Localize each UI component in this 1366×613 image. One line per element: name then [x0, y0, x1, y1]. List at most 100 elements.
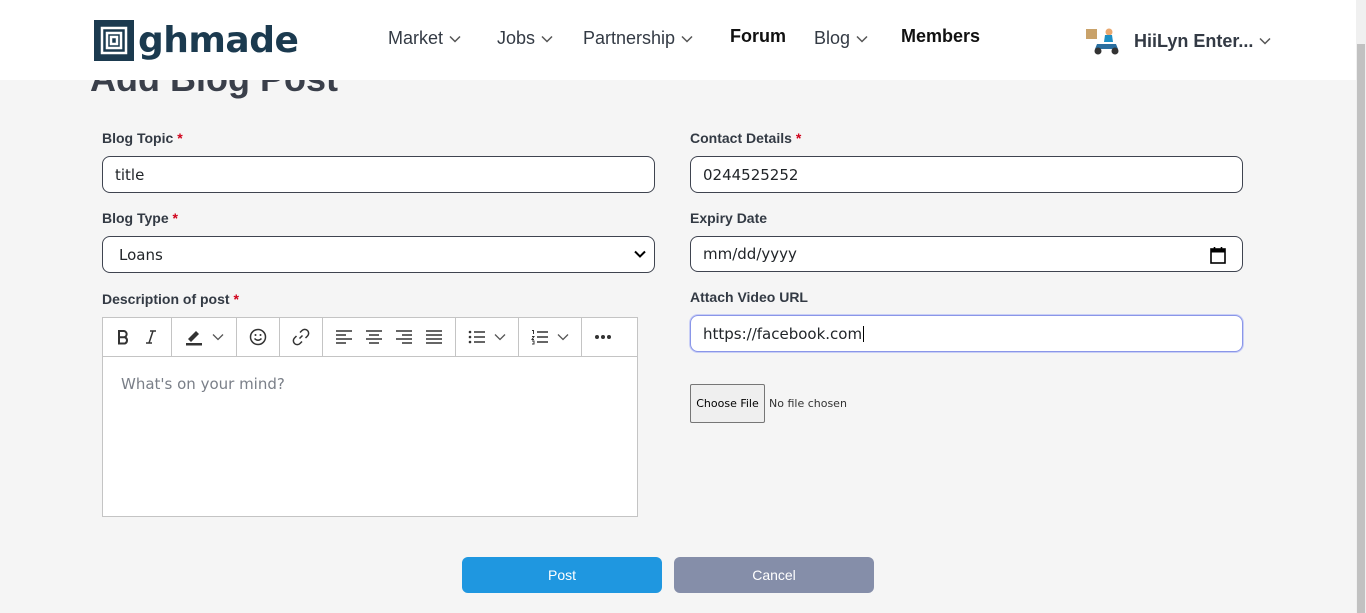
chevron-down-icon [1259, 37, 1271, 45]
toolbar-group-text [103, 318, 172, 356]
contact-details-value: 0244525252 [703, 165, 799, 184]
align-right-button[interactable] [389, 318, 419, 357]
link-button[interactable] [286, 318, 316, 357]
chevron-down-icon [856, 35, 868, 43]
blog-topic-label-text: Blog Topic [102, 130, 174, 146]
choose-file-button[interactable]: Choose File [690, 384, 765, 423]
file-status-text: No file chosen [769, 397, 847, 410]
more-horizontal-icon [595, 335, 611, 339]
post-button[interactable]: Post [462, 557, 662, 593]
align-right-icon [396, 330, 412, 344]
align-center-icon [366, 330, 382, 344]
bulleted-list-button[interactable] [462, 318, 512, 357]
logo-mark-icon [94, 20, 134, 61]
toolbar-group-align [323, 318, 456, 356]
contact-details-label: Contact Details * [690, 130, 801, 146]
toolbar-group-more [582, 318, 624, 356]
required-marker: * [177, 130, 183, 146]
file-upload: Choose File No file chosen [690, 384, 847, 423]
blog-type-select[interactable]: Loans [102, 236, 655, 273]
rich-text-editor: What's on your mind? [102, 317, 638, 517]
nav-blog[interactable]: Blog [814, 28, 868, 49]
avatar [1085, 26, 1121, 56]
toolbar-group-link [280, 318, 323, 356]
highlighter-icon [186, 331, 202, 346]
account-menu[interactable]: HiiLyn Enter... [1085, 26, 1271, 56]
chevron-down-icon [681, 35, 693, 43]
top-navbar: ghmade Market Jobs Partnership Forum Blo… [0, 0, 1356, 80]
align-left-button[interactable] [329, 318, 359, 357]
expiry-date-label: Expiry Date [690, 210, 767, 226]
video-url-value: https://facebook.com [703, 324, 863, 343]
video-url-label: Attach Video URL [690, 289, 808, 305]
blog-type-label-text: Blog Type [102, 210, 169, 226]
scrollbar-thumb[interactable] [1357, 44, 1365, 613]
editor-content-area[interactable]: What's on your mind? [103, 357, 637, 411]
italic-button[interactable] [137, 318, 165, 357]
brand-logo[interactable]: ghmade [94, 20, 299, 61]
nav-members-label: Members [901, 26, 981, 46]
nav-forum-label: Forum [730, 26, 786, 46]
nav-jobs-label: Jobs [497, 28, 536, 48]
nav-partnership[interactable]: Partnership [583, 28, 693, 49]
nav-partnership-label: Partnership [583, 28, 676, 48]
nav-members[interactable]: Members [901, 26, 980, 47]
nav-blog-label: Blog [814, 28, 851, 48]
toolbar-group-bullet [456, 318, 519, 356]
numbered-list-button[interactable] [525, 318, 575, 357]
contact-details-input[interactable]: 0244525252 [690, 156, 1243, 193]
chevron-down-icon [541, 35, 553, 43]
blog-topic-label: Blog Topic * [102, 130, 183, 146]
chevron-down-icon [212, 334, 224, 341]
blog-topic-input[interactable]: title [102, 156, 655, 193]
toolbar-group-numbered [519, 318, 582, 356]
align-center-button[interactable] [359, 318, 389, 357]
bold-button[interactable] [109, 318, 137, 357]
text-cursor [863, 325, 865, 342]
justify-button[interactable] [419, 318, 449, 357]
video-url-input[interactable]: https://facebook.com [690, 315, 1243, 352]
logo-text: ghmade [138, 20, 299, 61]
bulleted-list-icon [468, 330, 485, 344]
nav-market[interactable]: Market [388, 28, 461, 49]
blog-type-value: Loans [119, 245, 163, 264]
blog-topic-value: title [115, 165, 145, 184]
highlight-button[interactable] [178, 318, 230, 357]
editor-placeholder: What's on your mind? [121, 375, 285, 393]
account-name: HiiLyn Enter... [1134, 30, 1254, 51]
chevron-down-icon [634, 250, 646, 258]
link-icon [292, 328, 310, 346]
cancel-button[interactable]: Cancel [674, 557, 874, 593]
expiry-date-label-text: Expiry Date [690, 210, 768, 226]
delivery-scooter-icon [1086, 28, 1119, 55]
numbered-list-icon [531, 330, 548, 345]
nav-market-label: Market [388, 28, 444, 48]
expiry-date-value: mm/dd/yyyy [703, 245, 797, 263]
toolbar-group-emoji [237, 318, 280, 356]
required-marker: * [233, 291, 239, 307]
editor-toolbar [103, 318, 637, 357]
description-label: Description of post * [102, 291, 239, 307]
italic-icon [146, 330, 156, 344]
page-scrollbar[interactable] [1356, 0, 1366, 613]
nav-jobs[interactable]: Jobs [497, 28, 553, 49]
more-button[interactable] [588, 318, 618, 357]
video-url-label-text: Attach Video URL [690, 289, 808, 305]
required-marker: * [795, 130, 802, 146]
expiry-date-input[interactable]: mm/dd/yyyy [690, 236, 1243, 272]
chevron-down-icon [494, 334, 506, 341]
smiley-icon [249, 328, 267, 346]
required-marker: * [172, 210, 178, 226]
toolbar-group-highlight [172, 318, 237, 356]
chevron-down-icon [557, 334, 569, 341]
nav-forum[interactable]: Forum [730, 26, 786, 47]
blog-type-label: Blog Type * [102, 210, 178, 226]
description-label-text: Description of post [102, 291, 230, 307]
contact-details-label-text: Contact Details [690, 130, 792, 146]
calendar-icon[interactable] [1210, 246, 1226, 264]
align-left-icon [336, 330, 352, 344]
align-justify-icon [426, 330, 442, 344]
chevron-down-icon [449, 35, 461, 43]
bold-icon [118, 330, 128, 345]
emoji-button[interactable] [243, 318, 273, 357]
